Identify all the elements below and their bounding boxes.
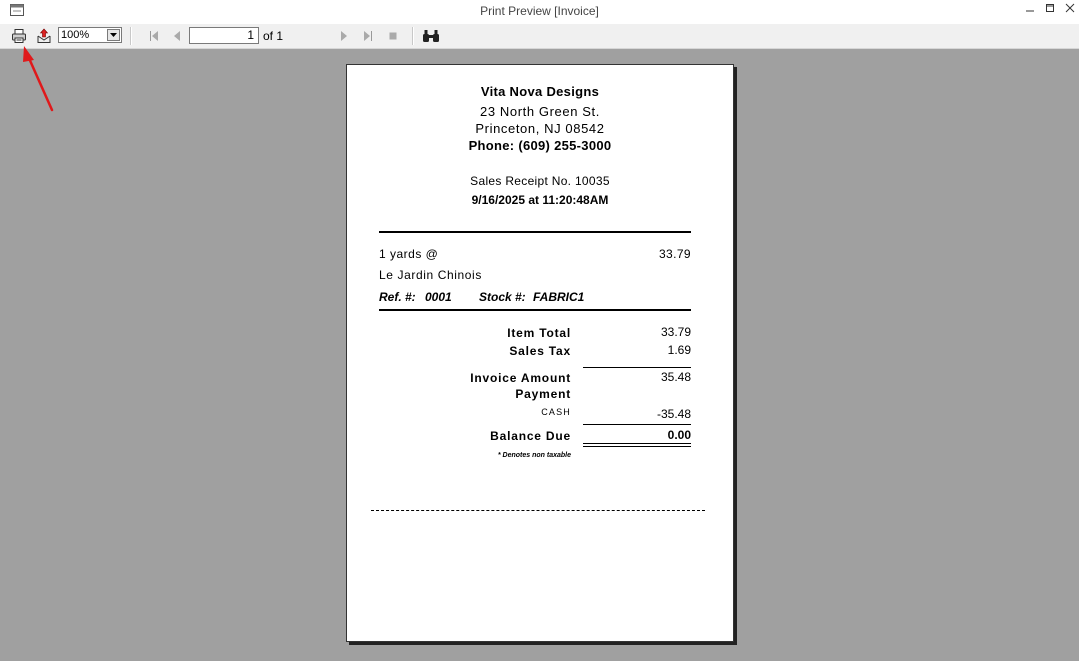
item-quantity: 1 yards @ [379,247,439,261]
store-address: 23 North Green St. [480,104,600,119]
item-total-value: 33.79 [660,325,691,339]
next-page-button[interactable] [335,27,353,45]
preview-toolbar: 100% 1 of 1 [0,24,1079,49]
non-taxable-footnote: * Denotes non taxable [497,452,571,459]
toolbar-separator [130,27,132,45]
items-rule [379,309,691,311]
item-stock-label: Stock #: [479,290,526,304]
binoculars-icon [423,30,439,42]
next-page-icon [341,31,347,41]
first-page-button[interactable] [145,27,163,45]
zoom-dropdown-button[interactable] [107,29,120,41]
previous-page-button[interactable] [168,27,186,45]
header-rule [379,231,691,233]
receipt-number: Sales Receipt No. 10035 [470,174,610,188]
payment-amount: -35.48 [656,407,691,421]
first-page-icon [150,31,158,41]
payment-label: Payment [515,387,571,401]
title-bar: Print Preview [Invoice] [0,0,1079,24]
chevron-down-icon [110,33,117,37]
balance-due-label: Balance Due [490,429,571,443]
sales-tax-value: 1.69 [667,343,691,357]
receipt-date: 9/16/2025 at 11:20:48AM [471,193,609,207]
receipt-page: Vita Nova Designs 23 North Green St. Pri… [346,64,734,642]
window-title: Print Preview [Invoice] [480,4,599,18]
payment-rule [583,424,691,425]
stop-icon [389,32,397,40]
item-ref-label: Ref. #: [379,290,416,304]
minimize-icon [1026,10,1034,12]
item-total-label: Item Total [507,326,571,340]
payment-method: CASH [541,407,571,417]
toolbar-separator [412,27,414,45]
page-number-input[interactable]: 1 [189,27,259,44]
item-ref-value: 0001 [425,290,452,304]
item-description: Le Jardin Chinois [379,268,482,282]
item-stock-value: FABRIC1 [533,290,585,304]
store-city-state-zip: Princeton, NJ 08542 [475,121,605,136]
close-button[interactable] [1056,0,1079,16]
balance-due-value: 0.00 [667,428,691,442]
last-page-button[interactable] [359,27,377,45]
sales-tax-label: Sales Tax [509,344,571,358]
last-page-icon [364,31,372,41]
balance-double-rule-top [583,443,691,444]
stop-button[interactable] [384,27,402,45]
store-name: Vita Nova Designs [480,84,600,99]
balance-double-rule-bottom [583,446,691,447]
tear-line [371,510,705,511]
store-phone: Phone: (609) 255-3000 [468,138,612,153]
invoice-amount-value: 35.48 [660,370,691,384]
close-icon [1065,3,1075,13]
annotation-arrow-icon [23,46,54,112]
find-button[interactable] [422,27,440,45]
zoom-dropdown[interactable]: 100% [58,27,122,43]
item-amount: 33.79 [658,247,691,261]
page-count-label: of 1 [263,29,284,43]
invoice-amount-label: Invoice Amount [470,371,571,385]
previous-page-icon [174,31,180,41]
maximize-icon [1046,4,1054,12]
subtotal-rule [583,367,691,368]
